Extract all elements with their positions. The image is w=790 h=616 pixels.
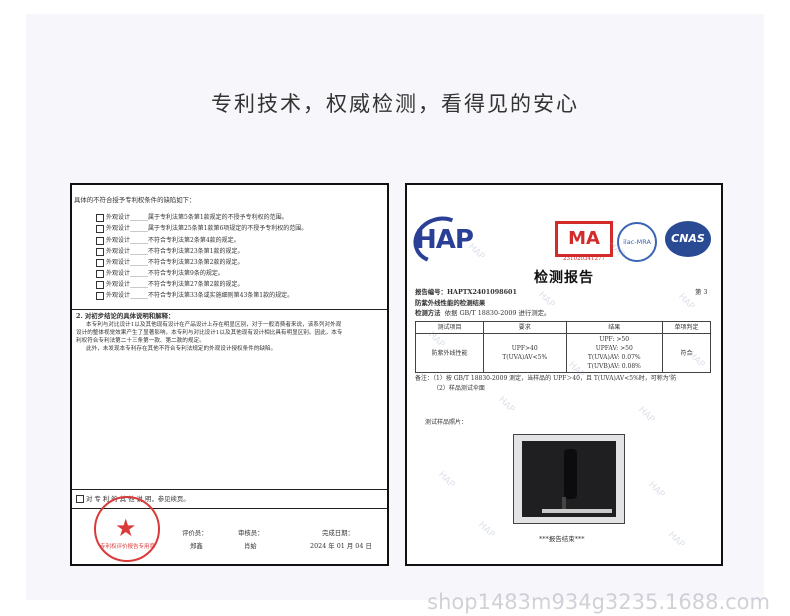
- evaluator-name: 郑鑫: [190, 542, 203, 550]
- watermark: HAP: [636, 404, 657, 426]
- section2-line: 设计的整体视觉效果产生了显著影响，本专利与对比设计1以及其他现有设计相比具有明显…: [76, 330, 343, 336]
- page-headline: 专利技术，权威检测，看得见的安心: [211, 92, 579, 116]
- checkbox: [96, 236, 104, 245]
- section2-line: 此外，未发现本专利存在其他不符合专利法规定的外观设计授权条件的缺陷。: [86, 346, 277, 352]
- divider: [72, 309, 387, 310]
- report-end: ***报告结束***: [539, 535, 585, 543]
- table-cell-item: 防紫外线性能: [415, 333, 484, 373]
- checkbox: [96, 213, 104, 222]
- table-header: 测试项目: [415, 321, 484, 334]
- table-cell-result: UPF: >50 UPFAV: >50 T(UVA)AV: 0.07% T(UVB)A…: [565, 333, 663, 373]
- ruler-image: [542, 509, 612, 513]
- cma-number: 231020341277: [563, 256, 605, 262]
- table-row: 防紫外线性能 UPF>40 T(UVA)AV<5% UPF: >50 UPFAV: …: [415, 333, 712, 373]
- shop-url-watermark: shop1483m934g3235.1688.com: [427, 590, 770, 614]
- table-header: 单项判定: [661, 321, 712, 334]
- table-cell-verdict: 符合: [661, 333, 712, 373]
- defect-item: 外观设计______不符合专利法第33条或实施细则第43条第1款的规定。: [96, 290, 293, 300]
- date-label: 完成日期：: [322, 529, 354, 537]
- defect-item: 外观设计______不符合专利法第2条第4款的规定。: [96, 235, 240, 245]
- photo-label: 测试样品照片：: [425, 419, 468, 426]
- report-number: 报告编号：HAPTX2401098601: [415, 288, 517, 296]
- watermark: HAP: [666, 529, 687, 551]
- evaluator-label: 评价员：: [182, 529, 208, 537]
- page-number: 第 3: [695, 288, 708, 296]
- report-title: 检测报告: [534, 270, 594, 286]
- results-table: 测试项目 要求 结果 单项判定 防紫外线性能 UPF>40 T(UVA)AV<5%…: [415, 321, 712, 373]
- section2-line: 本专利与对比设计1以及其他现有设计在产品设计上存在明显区别，对于一般消费者来说，…: [86, 322, 342, 328]
- cma-logo: MA: [555, 221, 613, 257]
- defect-item: 外观设计______属于专利法第5条第1款规定的不授予专利权的范围。: [96, 212, 288, 222]
- defect-item: 外观设计______不符合专利法第27条第2款的规定。: [96, 279, 243, 289]
- checkbox: [96, 247, 104, 256]
- section2-line: 利权符合专利法第二十三条第一款、第二款的规定。: [76, 338, 205, 344]
- defect-item: 外观设计______属于专利法第25条第1款第6项规定的不授予专利权的范围。: [96, 223, 307, 233]
- watermark: HAP: [676, 291, 697, 313]
- umbrella-image: [564, 449, 577, 499]
- watermark: HAP: [646, 479, 667, 501]
- test-report-document: HAP MA 231020341277 ilac-MRA CNAS 检测报告 报…: [405, 183, 723, 566]
- patent-evaluation-document: 具体的不符合授予专利权条件的缺陷如下： 外观设计______属于专利法第5条第1…: [70, 183, 389, 566]
- watermark: HAP: [496, 394, 517, 416]
- reviewer-label: 审核员：: [238, 529, 264, 537]
- table-cell-requirement: UPF>40 T(UVA)AV<5%: [482, 333, 567, 373]
- defect-intro: 具体的不符合授予专利权条件的缺陷如下：: [74, 196, 196, 204]
- table-header-row: 测试项目 要求 结果 单项判定: [415, 321, 712, 334]
- defect-item: 外观设计______不符合专利法第23条第2款的规定。: [96, 257, 243, 267]
- table-header: 要求: [482, 321, 567, 334]
- watermark: HAP: [436, 469, 457, 491]
- cnas-logo: CNAS: [665, 221, 711, 257]
- reviewer-name: 肖蛤: [244, 542, 257, 550]
- defect-item: 外观设计______不符合专利法第9条的规定。: [96, 268, 224, 278]
- star-icon: ★: [115, 514, 137, 542]
- defect-item: 外观设计______不符合专利法第23条第1款的规定。: [96, 246, 243, 256]
- date-value: 2024 年 01 月 04 日: [310, 542, 372, 550]
- checkbox: [96, 258, 104, 267]
- hap-logo: HAP: [415, 225, 474, 255]
- checkbox: [76, 495, 84, 503]
- watermark: HAP: [476, 519, 497, 541]
- remark-2: （2）样品测试伞面: [433, 385, 485, 392]
- checkbox: [96, 269, 104, 278]
- table-header: 结果: [565, 321, 663, 334]
- checkbox: [96, 224, 104, 233]
- sample-photo: [513, 434, 625, 524]
- checkbox: [96, 280, 104, 289]
- ilac-mra-logo: ilac-MRA: [617, 222, 657, 262]
- test-method: 检测方法 依据 GB/T 18830-2009 进行测定。: [415, 309, 551, 317]
- checkbox: [96, 291, 104, 300]
- official-seal: ★ 专利权评价报告专用章: [94, 496, 160, 562]
- divider: [72, 489, 387, 490]
